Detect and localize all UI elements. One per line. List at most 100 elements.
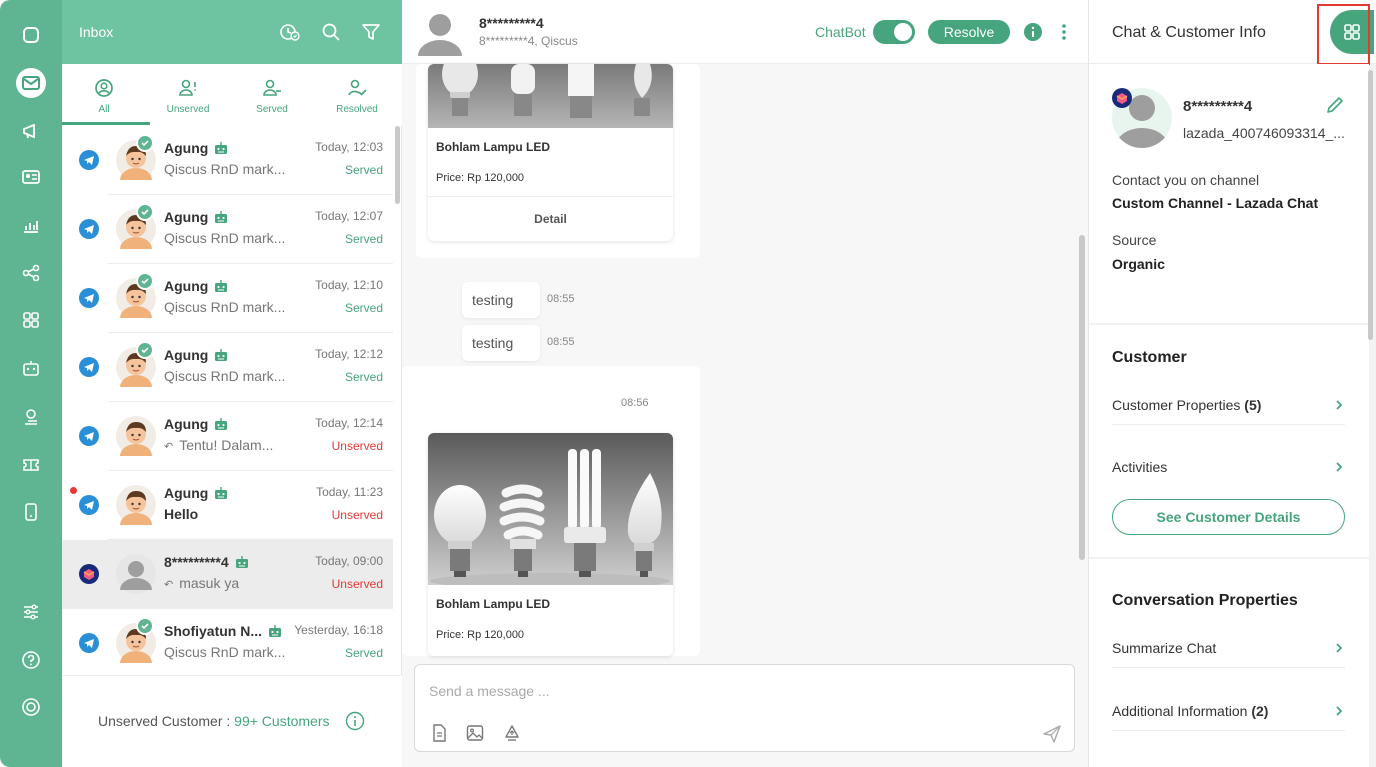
room-list-item[interactable]: Agung Qiscus RnD mark... Today, 12:03 Serve… xyxy=(62,126,393,195)
apps-grid-icon[interactable] xyxy=(16,305,46,335)
room-name-text: Shofiyatun N... xyxy=(164,623,262,639)
telegram-channel-icon xyxy=(79,495,99,515)
room-time: Today, 12:10 xyxy=(315,278,383,292)
ticket-icon[interactable] xyxy=(16,450,46,480)
room-list-item[interactable]: Agung Hello Today, 11:23 Unserved xyxy=(62,471,393,540)
product-card-1: Bohlam Lampu LED Price: Rp 120,000 Detai… xyxy=(428,64,673,241)
channel-label: Contact you on channel xyxy=(1112,172,1260,188)
room-last-message: Qiscus RnD mark... xyxy=(164,368,285,384)
share-icon[interactable] xyxy=(16,258,46,288)
avatar xyxy=(116,416,156,456)
room-status-badge: Unserved xyxy=(331,508,383,522)
reply-arrow-icon: ↶ xyxy=(164,441,174,453)
room-status-badge: Served xyxy=(344,646,383,660)
room-time: Today, 12:12 xyxy=(315,347,383,361)
power-icon[interactable] xyxy=(16,692,46,722)
telegram-channel-icon xyxy=(79,288,99,308)
room-name-text: Agung xyxy=(164,209,209,225)
room-list-item[interactable]: Agung Qiscus RnD mark... Today, 12:12 Serve… xyxy=(62,333,393,402)
mobile-icon[interactable] xyxy=(16,497,46,527)
mail-icon[interactable] xyxy=(16,68,46,98)
settings-sliders-icon[interactable] xyxy=(16,597,46,627)
product-title-1: Bohlam Lampu LED xyxy=(436,140,551,154)
room-list-item[interactable]: Shofiyatun N... Qiscus RnD mark... Yesterd… xyxy=(62,609,393,678)
analytics-icon[interactable] xyxy=(16,210,46,240)
room-status-badge: Served xyxy=(344,370,383,384)
unserved-count-link[interactable]: 99+ Customers xyxy=(234,713,329,729)
megaphone-icon[interactable] xyxy=(16,116,46,146)
telegram-channel-icon xyxy=(79,633,99,653)
bot-icon xyxy=(215,418,228,430)
unserved-summary: Unserved Customer : 99+ Customers xyxy=(98,713,330,729)
room-last-message-text: masuk ya xyxy=(179,575,240,591)
tab-served[interactable]: Served xyxy=(232,76,312,115)
room-name: Agung xyxy=(164,347,228,363)
bot-icon xyxy=(215,142,228,154)
chat-avatar xyxy=(416,8,464,56)
chevron-right-icon xyxy=(1336,642,1343,653)
room-name-text: Agung xyxy=(164,485,209,501)
customer-properties-row[interactable]: Customer Properties (5) xyxy=(1112,385,1345,425)
activities-label: Activities xyxy=(1112,459,1168,475)
room-time: Today, 12:03 xyxy=(315,140,383,154)
product-detail-button[interactable]: Detail xyxy=(428,196,673,241)
customer-name: 8*********4 xyxy=(1183,98,1253,115)
see-customer-details-button[interactable]: See Customer Details xyxy=(1112,499,1345,535)
info-circle-icon[interactable] xyxy=(345,711,365,731)
bot-icon xyxy=(269,625,281,637)
chevron-right-icon xyxy=(1336,705,1343,716)
room-last-message: Qiscus RnD mark... xyxy=(164,230,285,246)
send-icon[interactable] xyxy=(1041,723,1063,745)
summarize-chat-row[interactable]: Summarize Chat xyxy=(1112,628,1345,668)
room-list-item[interactable]: Agung Qiscus RnD mark... Today, 12:10 Serve… xyxy=(62,264,393,333)
activities-row[interactable]: Activities xyxy=(1112,447,1345,487)
message-input[interactable] xyxy=(429,683,1029,699)
room-time: Today, 12:07 xyxy=(315,209,383,223)
chat-scrollbar[interactable] xyxy=(1079,235,1085,560)
tab-resolved[interactable]: Resolved xyxy=(317,76,397,115)
additional-information-count: (2) xyxy=(1251,702,1269,719)
robot-icon[interactable] xyxy=(16,353,46,383)
message-time-2: 08:55 xyxy=(547,336,575,348)
product-title-2: Bohlam Lampu LED xyxy=(436,597,551,611)
room-time: Today, 09:00 xyxy=(315,554,383,568)
room-status-badge: Served xyxy=(344,163,383,177)
room-name: 8*********4 xyxy=(164,554,249,570)
chat-customer-subtitle: 8*********4, Qiscus xyxy=(479,34,578,48)
room-time: Today, 12:14 xyxy=(315,416,383,430)
tab-unserved[interactable]: Unserved xyxy=(148,76,228,115)
customer-section-title: Customer xyxy=(1112,349,1187,366)
room-list-item[interactable]: Agung Qiscus RnD mark... Today, 12:07 Serve… xyxy=(62,195,393,264)
help-icon[interactable] xyxy=(16,645,46,675)
chat-square-icon[interactable] xyxy=(16,20,46,50)
image-attach-icon[interactable] xyxy=(465,723,485,743)
contact-card-icon[interactable] xyxy=(16,162,46,192)
filter-icon[interactable] xyxy=(359,20,383,44)
room-list-item[interactable]: Agung ↶ Tentu! Dalam... Today, 12:14 Unserve… xyxy=(62,402,393,471)
document-attach-icon[interactable] xyxy=(429,723,449,743)
unread-dot xyxy=(70,487,77,494)
more-vertical-icon[interactable] xyxy=(1054,22,1074,42)
search-icon[interactable] xyxy=(319,20,343,44)
product-price-2: Price: Rp 120,000 xyxy=(436,629,525,641)
agent-icon[interactable] xyxy=(16,402,46,432)
inbox-header: Inbox xyxy=(62,0,402,64)
room-last-message-text: Tentu! Dalam... xyxy=(179,437,274,453)
room-list-item[interactable]: 8*********4 ↶ masuk ya Today, 09:00 Unserved xyxy=(62,540,393,609)
room-name-text: Agung xyxy=(164,140,209,156)
resolve-button[interactable]: Resolve xyxy=(928,20,1010,44)
telegram-channel-icon xyxy=(79,219,99,239)
cloud-upload-icon[interactable] xyxy=(502,723,522,743)
info-panel-scrollbar[interactable] xyxy=(1368,70,1373,340)
chatbot-toggle[interactable] xyxy=(873,20,915,44)
room-time: Today, 11:23 xyxy=(316,485,383,499)
room-list-scrollbar[interactable] xyxy=(395,126,400,204)
served-check-icon xyxy=(136,203,154,221)
edit-pencil-icon[interactable] xyxy=(1324,94,1346,116)
conversation-section-title: Conversation Properties xyxy=(1112,592,1298,609)
room-name: Agung xyxy=(164,485,228,501)
tab-all[interactable]: All xyxy=(64,76,144,115)
additional-information-row[interactable]: Additional Information (2) xyxy=(1112,691,1345,731)
info-icon[interactable] xyxy=(1023,22,1043,42)
clock-filter-icon[interactable] xyxy=(278,20,302,44)
